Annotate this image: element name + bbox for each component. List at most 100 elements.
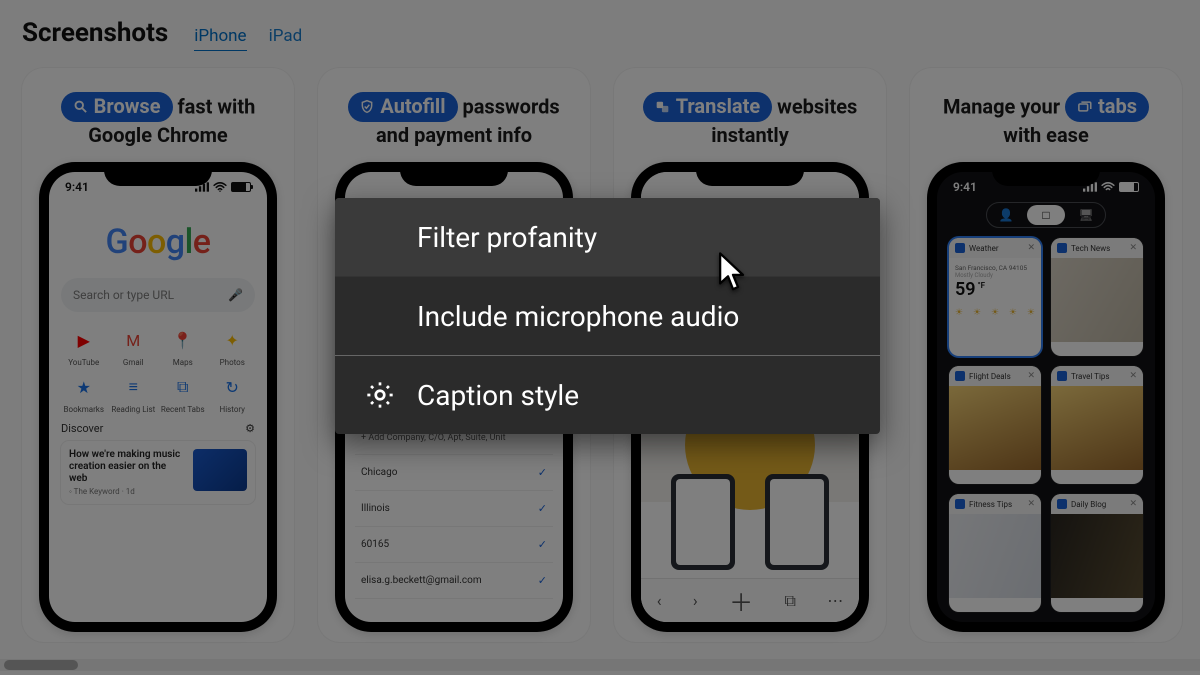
weather-temp: 59°F [955, 279, 1035, 300]
context-menu: Filter profanity Include microphone audi… [335, 198, 880, 434]
discover-header: Discover ⚙ [61, 422, 255, 435]
menu-item-icon-placeholder [363, 299, 397, 333]
browser-toolbar: ‹ › ＋ ⧉ ⋯ [641, 578, 859, 622]
pill-tabs: tabs [1065, 92, 1149, 122]
shortcut-item: ★Bookmarks [61, 373, 107, 414]
card-caption: Browse fast with Google Chrome [40, 92, 276, 148]
form-value: Illinois [361, 503, 390, 514]
google-logo: Google [49, 222, 267, 262]
shortcut-icon: M [119, 326, 147, 354]
article-thumb [193, 449, 247, 491]
shortcut-item: ≡ Reading List [111, 373, 157, 414]
omnibox-placeholder: Search or type URL [73, 288, 174, 302]
favicon-icon [1057, 499, 1067, 509]
phone-mockup: 9:41 Google Search or type URL 🎤 ▶YouTub… [39, 162, 277, 632]
notch [696, 162, 804, 186]
pill-autofill: Autofill [348, 92, 457, 122]
form-row: Chicago✓ [355, 455, 553, 491]
pill-label: Translate [676, 94, 760, 119]
close-icon: ✕ [1027, 243, 1035, 253]
shortcut-item: ↻History [210, 373, 256, 414]
close-icon: ✕ [1027, 371, 1035, 381]
segment-tabs-icon: □ [1027, 205, 1065, 225]
tab-ipad[interactable]: iPad [269, 26, 303, 51]
menu-item-include-mic-audio[interactable]: Include microphone audio [335, 276, 880, 355]
favicon-icon [1057, 243, 1067, 253]
shortcut-label: Bookmarks [64, 405, 104, 414]
toolbar-button: › [693, 591, 698, 610]
toolbar-button: ⧉ [784, 591, 795, 611]
battery-icon [1119, 182, 1139, 192]
menu-item-label: Include microphone audio [417, 300, 739, 333]
close-icon: ✕ [1129, 371, 1137, 381]
tab-tile: Tech News✕ [1051, 238, 1143, 356]
favicon-icon [955, 243, 965, 253]
screenshot-card[interactable]: Manage your tabs with ease 9:41 [910, 68, 1182, 642]
tab-grid: Weather✕San Francisco, CA 94105Mostly Cl… [937, 238, 1155, 612]
gear-icon [363, 378, 397, 412]
shortcut-label: Maps [173, 358, 193, 367]
toolbar-button: ⋯ [827, 591, 843, 610]
tab-group-segment: 👤 □ 🖥 [986, 202, 1106, 228]
toolbar-button: ＋ [729, 583, 753, 618]
search-icon [73, 99, 88, 114]
form-row: elisa.g.beckett@gmail.com✓ [355, 563, 553, 599]
tab-tile: Daily Blog✕ [1051, 494, 1143, 612]
caption-text: with ease [1003, 123, 1089, 147]
favicon-icon [955, 371, 965, 381]
scrollbar-track [0, 659, 1200, 671]
menu-item-caption-style[interactable]: Caption style [335, 356, 880, 434]
menu-item-filter-profanity[interactable]: Filter profanity [335, 198, 880, 276]
tabs-icon [1077, 100, 1092, 113]
tab-tile: Fitness Tips ✕ [949, 494, 1041, 612]
shortcut-label: Reading List [111, 405, 155, 414]
gear-icon: ⚙ [245, 422, 255, 435]
form-row: Illinois ✓ [355, 491, 553, 527]
tab-title: Fitness Tips [969, 500, 1012, 509]
notch [992, 162, 1100, 186]
autofill-form: + Add Company, C/O, Apt, Suite, Unit Chi… [355, 422, 553, 599]
shortcut-label: History [220, 405, 245, 414]
wifi-icon [213, 182, 227, 192]
app-store-screenshots-view: Screenshots iPhone iPad Browse fast with… [0, 0, 1200, 675]
shortcut-item: ✦Photos [210, 326, 256, 367]
menu-item-label: Filter profanity [417, 221, 597, 254]
mic-icon: 🎤 [228, 288, 243, 302]
close-icon: ✕ [1129, 499, 1137, 509]
device-tabs: iPhone iPad [194, 26, 302, 51]
tab-tile: Travel Tips ✕ [1051, 366, 1143, 484]
weather-city: San Francisco, CA 94105 [955, 264, 1035, 272]
check-icon: ✓ [538, 466, 547, 479]
pill-label: Browse [94, 94, 161, 119]
check-icon: ✓ [538, 502, 547, 515]
shortcut-icon: ≡ [119, 373, 147, 401]
tab-title: Tech News [1071, 244, 1110, 253]
shortcut-item: 📍 Maps [160, 326, 206, 367]
tab-title: Travel Tips [1071, 372, 1110, 381]
horizontal-scrollbar[interactable] [4, 660, 78, 670]
tab-title: Weather [969, 244, 999, 253]
tab-iphone[interactable]: iPhone [194, 26, 246, 51]
phone-mockup: 9:41 👤 □ 🖥 Weather✕San Francisco, CA 941… [927, 162, 1165, 632]
shortcut-icon: 📍 [169, 326, 197, 354]
close-icon: ✕ [1027, 499, 1035, 509]
pill-label: Autofill [380, 94, 445, 119]
shortcut-label: Photos [220, 358, 245, 367]
toolbar-button: ‹ [657, 591, 662, 610]
segment-remote-icon: 🖥 [1067, 203, 1105, 227]
discover-article: How we're making music creation easier o… [61, 441, 255, 504]
shortcut-item: M Gmail [111, 326, 157, 367]
article-source: ◦ The Keyword · 1d [69, 487, 185, 496]
battery-icon [231, 182, 251, 192]
section-title: Screenshots [22, 18, 168, 48]
check-icon: ✓ [538, 574, 547, 587]
segment-incognito-icon: 👤 [987, 203, 1025, 227]
shortcut-label: YouTube [68, 358, 99, 367]
shortcut-label: Gmail [123, 358, 144, 367]
screenshot-card[interactable]: Browse fast with Google Chrome 9:41 Goog… [22, 68, 294, 642]
phone-screen: 9:41 Google Search or type URL 🎤 ▶YouTub… [49, 172, 267, 622]
status-time: 9:41 [65, 180, 89, 194]
shortcut-item: ⧉Recent Tabs [160, 373, 206, 414]
notch [104, 162, 212, 186]
shortcut-grid: ▶YouTubeMGmail📍Maps✦Photos★Bookmarks≡Rea… [61, 326, 255, 414]
